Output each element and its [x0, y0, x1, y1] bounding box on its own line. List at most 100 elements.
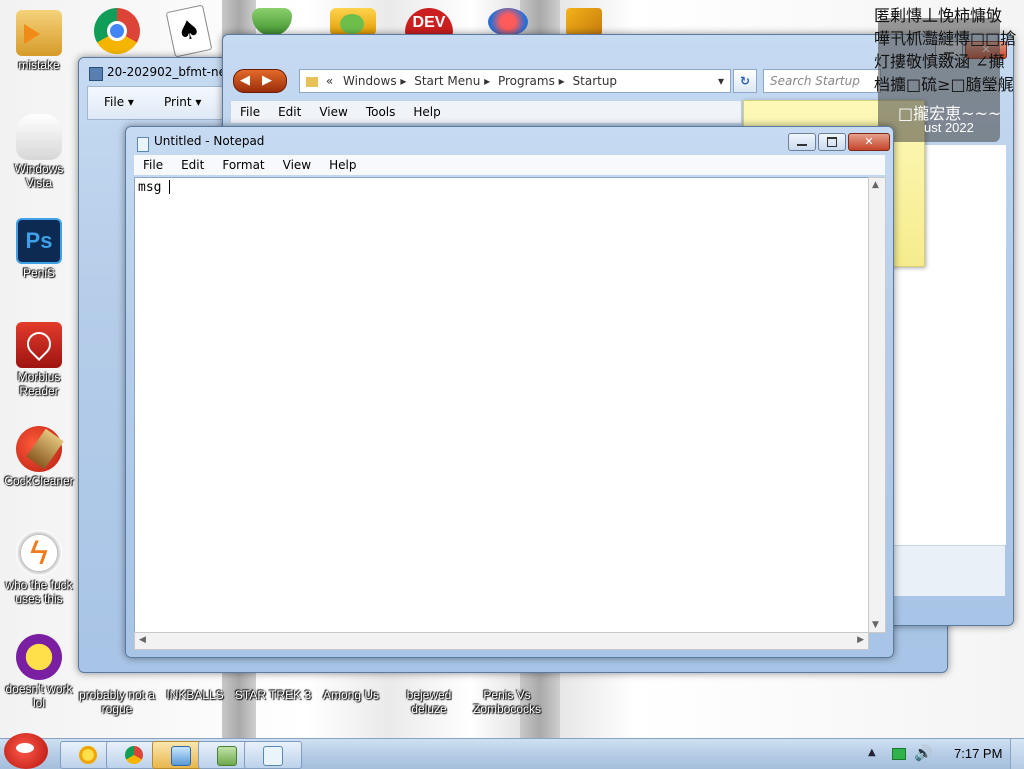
folder-icon	[306, 76, 318, 87]
desktop-icon-penis-vs-zombococks[interactable]: Penis Vs Zombococks	[468, 688, 546, 716]
breadcrumb-programs[interactable]: Programs	[498, 74, 555, 88]
scroll-down-arrow-icon[interactable]: ▼	[872, 620, 879, 630]
desktop-icon-windows-vista[interactable]: Windows Vista	[0, 114, 78, 190]
maximize-button[interactable]	[818, 133, 846, 151]
menu-tools[interactable]: Tools	[357, 101, 405, 123]
desktop-icon-morbius-reader[interactable]: Morbius Reader	[0, 322, 78, 398]
garbled-gadget: 匿剰慱丄悗柿慵敂 嘩卂枛灩縺慱□□搶 灯摟敬慎敪涵 ∠攧 档攟□硫≥□膸瑩艉 □…	[874, 4, 1016, 142]
close-button[interactable]	[848, 133, 890, 151]
back-forward-buttons[interactable]: ◀ ▶	[233, 69, 287, 93]
desktop-icon-label: STAR TREK 3	[234, 688, 312, 702]
orange-cube-icon[interactable]	[566, 8, 602, 36]
desktop-icon-among-us[interactable]: Among Us	[312, 688, 390, 702]
chrome-icon	[125, 746, 143, 764]
notepad-text-area[interactable]: msg	[134, 177, 869, 633]
menu-file[interactable]: File	[231, 101, 269, 123]
desktop-icon-yahoo[interactable]: doesn't work lol	[0, 634, 78, 710]
menu-edit[interactable]: Edit	[269, 101, 310, 123]
angry-bird-start-icon	[16, 743, 34, 753]
start-button[interactable]	[4, 733, 48, 769]
gadget-line: 嘩卂枛灩縺慱□□搶	[874, 29, 1017, 48]
explorer-details-pane	[891, 545, 1005, 596]
clock[interactable]: 7:17 PM	[954, 746, 1002, 761]
horizontal-scrollbar[interactable]: ◀ ▶	[134, 632, 869, 650]
desktop-icon-label: bejewed deluze	[406, 688, 452, 716]
desktop-icon-bejewed[interactable]: bejewed deluze	[390, 688, 468, 716]
menu-view[interactable]: View	[310, 101, 356, 123]
solitaire-icon[interactable]: ♠	[165, 4, 213, 58]
notepad-window[interactable]: Untitled - Notepad File Edit Format View…	[125, 126, 894, 658]
address-dropdown-icon[interactable]: ▾	[718, 70, 724, 92]
gem-icon[interactable]	[488, 8, 528, 36]
desktop-icon-label: who the fuck uses this	[5, 578, 73, 606]
taskbar: ▲ 🔊 7:17 PM	[0, 733, 1024, 769]
chrome-desktop-icon[interactable]	[94, 8, 140, 54]
forward-arrow-icon[interactable]: ▶	[262, 73, 272, 88]
show-desktop-button[interactable]	[1010, 739, 1024, 769]
breadcrumb-start-menu[interactable]: Start Menu	[414, 74, 480, 88]
desktop-icon-star-trek[interactable]: STAR TREK 3	[234, 688, 312, 702]
pdf-reader-icon	[16, 322, 62, 368]
desktop-icon-inkballs[interactable]: INKBALLS	[156, 688, 234, 702]
window-title: Untitled - Notepad	[154, 134, 265, 148]
desktop-icon-label: Windows Vista	[14, 162, 64, 190]
desktop-icon-label: PeniS	[22, 266, 56, 280]
desktop-icon-label: Morbius Reader	[17, 370, 61, 398]
yahoo-messenger-icon	[16, 634, 62, 680]
breadcrumb-startup[interactable]: Startup	[573, 74, 618, 88]
breadcrumb-overflow[interactable]: «	[326, 74, 333, 88]
gadget-line: 档攟□硫≥□膸瑩艉	[874, 75, 1014, 94]
desktop-icon-label: probably not a rogue	[78, 688, 156, 716]
menu-edit[interactable]: Edit	[172, 155, 213, 175]
print-menu-button[interactable]: Print ▾	[164, 95, 201, 109]
desktop-icon-penis-photoshop[interactable]: Ps PeniS	[0, 218, 78, 280]
desktop-icon-label: INKBALLS	[166, 688, 224, 702]
text-cursor	[169, 180, 170, 194]
taskbar-button-notepad[interactable]	[244, 741, 302, 769]
menu-help[interactable]: Help	[320, 155, 365, 175]
app-icon	[89, 67, 103, 81]
desktop-icon-label: mistake	[18, 58, 60, 72]
network-icon[interactable]	[892, 748, 906, 760]
menu-help[interactable]: Help	[404, 101, 449, 123]
dev-icon[interactable]: DEV	[405, 8, 453, 36]
lightning-icon: ϟ	[16, 530, 62, 576]
scroll-left-arrow-icon[interactable]: ◀	[139, 635, 146, 645]
gadget-line: 匿剰慱丄悗柿慵敂	[874, 6, 1003, 25]
notepad-app-icon	[137, 137, 149, 152]
gadget-line: 灯摟敬慎敪涵 ∠攧	[874, 52, 1005, 71]
notepad-text: msg	[138, 180, 170, 195]
window-title: 20-202902_bfmt-need	[107, 65, 241, 79]
desktop-icon-probably-not-a-rogue[interactable]: probably not a rogue	[78, 688, 156, 716]
file-menu-button[interactable]: File ▾	[104, 95, 134, 109]
vertical-scrollbar[interactable]: ▲ ▼	[868, 177, 886, 633]
toilet-icon	[16, 114, 62, 160]
scroll-right-arrow-icon[interactable]: ▶	[857, 635, 864, 645]
folder-arrow-icon	[16, 10, 62, 56]
image-viewer-icon	[217, 746, 237, 766]
menu-file[interactable]: File	[134, 155, 172, 175]
desktop-icon-label: doesn't work lol	[5, 682, 73, 710]
address-bar[interactable]: « Windows ▸ Start Menu ▸ Programs ▸ Star…	[299, 69, 731, 93]
explorer-menu-bar: File Edit View Tools Help	[231, 101, 741, 123]
search-startup-input[interactable]: Search Startup	[763, 69, 881, 93]
back-arrow-icon[interactable]: ◀	[240, 73, 250, 88]
shield-check-icon[interactable]	[252, 8, 292, 36]
refresh-button[interactable]: ↻	[733, 69, 757, 93]
show-hidden-icons-button[interactable]: ▲	[868, 747, 876, 758]
cleaner-icon	[16, 426, 64, 472]
menu-format[interactable]: Format	[213, 155, 273, 175]
explorer-icon	[171, 746, 191, 766]
desktop-icon-mistake[interactable]: mistake	[0, 10, 78, 72]
angry-birds-pig-icon[interactable]	[330, 8, 376, 36]
menu-view[interactable]: View	[274, 155, 320, 175]
minimize-button[interactable]	[788, 133, 816, 151]
scroll-up-arrow-icon[interactable]: ▲	[872, 180, 879, 190]
desktop-icon-lightning[interactable]: ϟ who the fuck uses this	[0, 530, 78, 606]
desktop-icon-label: CockCleaner	[4, 474, 74, 488]
desktop-icon-label: Penis Vs Zombococks	[472, 688, 542, 716]
volume-icon[interactable]: 🔊	[914, 744, 933, 762]
sun-icon	[79, 746, 97, 764]
breadcrumb-windows[interactable]: Windows	[343, 74, 397, 88]
desktop-icon-cockcleaner[interactable]: CockCleaner	[0, 426, 78, 488]
